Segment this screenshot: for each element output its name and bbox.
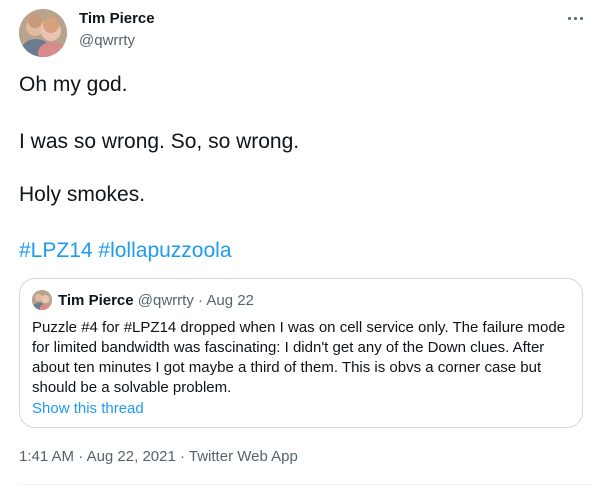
quoted-avatar	[32, 290, 52, 310]
quoted-author-name: Tim Pierce	[58, 292, 134, 309]
meta-separator-1: ·	[78, 448, 84, 465]
more-horizontal-icon	[566, 16, 584, 20]
meta-separator-2: ·	[179, 448, 185, 465]
author-name[interactable]: Tim Pierce	[79, 10, 155, 28]
quoted-header: Tim Pierce @qwrrty · Aug 22	[58, 292, 254, 310]
divider	[19, 484, 591, 485]
quoted-separator: ·	[198, 292, 204, 309]
tweet-text-line-3: Holy smokes.	[19, 183, 146, 206]
show-thread-link[interactable]: Show this thread	[32, 399, 144, 419]
quoted-author-handle: @qwrrty	[137, 292, 194, 309]
tweet-text-line-2: I was so wrong. So, so wrong.	[19, 130, 300, 153]
tweet-time[interactable]: 1:41 AM	[19, 448, 74, 465]
quoted-date: Aug 22	[206, 292, 254, 309]
avatar[interactable]	[19, 9, 67, 57]
tweet-source[interactable]: Twitter Web App	[189, 448, 298, 465]
quoted-tweet[interactable]: Tim Pierce @qwrrty · Aug 22 Puzzle #4 fo…	[19, 278, 583, 428]
hashtag-lollapuzzoola[interactable]: #lollapuzzoola	[98, 239, 231, 262]
author-handle[interactable]: @qwrrty	[79, 32, 135, 50]
quoted-text: Puzzle #4 for #LPZ14 dropped when I was …	[32, 319, 566, 396]
quoted-avatar-image	[32, 290, 52, 310]
tweet: Tim Pierce @qwrrty Oh my god. I was so w…	[0, 0, 611, 490]
avatar-image	[19, 9, 67, 57]
more-button[interactable]	[560, 6, 590, 30]
hashtag-lpz14[interactable]: #LPZ14	[19, 239, 93, 262]
tweet-text-line-1: Oh my god.	[19, 73, 128, 96]
tweet-meta: 1:41 AM · Aug 22, 2021 · Twitter Web App	[19, 447, 298, 467]
hashtags: #LPZ14 #lollapuzzoola	[19, 238, 232, 264]
tweet-date[interactable]: Aug 22, 2021	[87, 448, 176, 465]
